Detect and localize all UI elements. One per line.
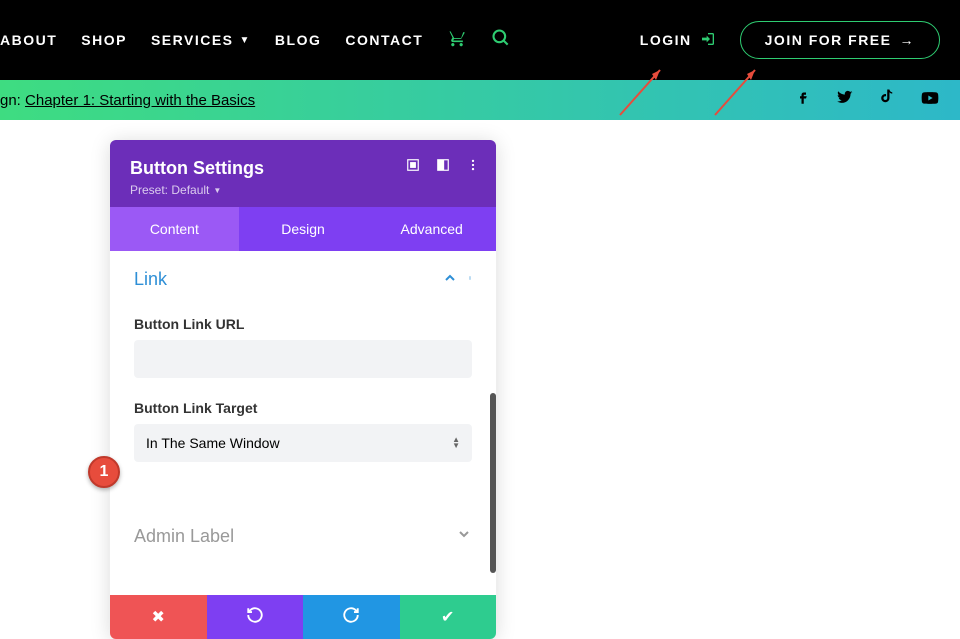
nav-services-label: SERVICES <box>151 32 234 48</box>
tab-design[interactable]: Design <box>239 207 368 251</box>
preset-selector[interactable]: Preset: Default ▼ <box>130 183 476 197</box>
top-navigation: ABOUT SHOP SERVICES ▼ BLOG CONTACT LOGIN… <box>0 0 960 80</box>
login-button[interactable]: LOGIN <box>640 31 716 50</box>
join-for-free-button[interactable]: JOIN FOR FREE → <box>740 21 940 59</box>
chevron-down-icon: ▼ <box>240 35 251 46</box>
modal-footer: ✖ ✔ <box>110 595 496 639</box>
url-field-label: Button Link URL <box>134 316 472 332</box>
cancel-button[interactable]: ✖ <box>110 595 207 639</box>
admin-label-section[interactable]: Admin Label <box>134 502 472 567</box>
more-icon[interactable] <box>466 158 480 177</box>
button-settings-modal: Button Settings Preset: Default ▼ Conten… <box>110 140 496 639</box>
breadcrumb: gn: Chapter 1: Starting with the Basics <box>0 92 255 109</box>
arrow-right-icon: → <box>900 32 916 48</box>
admin-label-title: Admin Label <box>134 526 456 547</box>
tab-advanced[interactable]: Advanced <box>367 207 496 251</box>
target-value: In The Same Window <box>146 435 280 451</box>
button-link-url-input[interactable] <box>134 340 472 378</box>
redo-icon <box>342 606 360 629</box>
annotation-arrow-login <box>615 60 675 125</box>
nav-contact[interactable]: CONTACT <box>345 32 423 48</box>
redo-button[interactable] <box>303 595 400 639</box>
panel-content: Link Button Link URL Button Link Target … <box>110 251 496 567</box>
collapse-icon[interactable] <box>442 270 458 289</box>
search-icon[interactable] <box>491 28 511 53</box>
nav-blog[interactable]: BLOG <box>275 32 321 48</box>
section-more-icon[interactable] <box>468 271 472 288</box>
join-label: JOIN FOR FREE <box>765 32 892 48</box>
caret-down-icon: ▼ <box>213 186 221 195</box>
expand-icon[interactable] <box>406 158 420 177</box>
annotation-arrow-join <box>710 60 770 125</box>
columns-icon[interactable] <box>436 158 450 177</box>
annotation-badge-1: 1 <box>88 456 120 488</box>
undo-icon <box>246 606 264 629</box>
link-section-header[interactable]: Link <box>134 251 472 304</box>
breadcrumb-bar: gn: Chapter 1: Starting with the Basics <box>0 80 960 120</box>
breadcrumb-link[interactable]: Chapter 1: Starting with the Basics <box>25 92 255 109</box>
nav-about[interactable]: ABOUT <box>0 32 57 48</box>
target-field-label: Button Link Target <box>134 400 472 416</box>
tabs: Content Design Advanced <box>110 207 496 251</box>
check-icon: ✔ <box>441 607 454 627</box>
tab-content[interactable]: Content <box>110 207 239 251</box>
select-arrows-icon: ▲▼ <box>452 437 460 449</box>
preset-label: Preset: Default <box>130 183 209 197</box>
nav-services[interactable]: SERVICES ▼ <box>151 32 251 48</box>
facebook-icon[interactable] <box>794 88 812 113</box>
undo-button[interactable] <box>207 595 304 639</box>
link-section-title: Link <box>134 269 442 290</box>
login-arrow-icon <box>700 31 716 50</box>
save-button[interactable]: ✔ <box>400 595 497 639</box>
expand-admin-icon <box>456 526 472 547</box>
nav-shop[interactable]: SHOP <box>81 32 127 48</box>
scrollbar[interactable] <box>490 393 496 573</box>
youtube-icon[interactable] <box>920 88 940 113</box>
button-link-target-select[interactable]: In The Same Window ▲▼ <box>134 424 472 462</box>
modal-header: Button Settings Preset: Default ▼ <box>110 140 496 207</box>
tiktok-icon[interactable] <box>878 88 896 113</box>
login-label: LOGIN <box>640 32 692 48</box>
twitter-icon[interactable] <box>836 88 854 113</box>
close-icon: ✖ <box>152 607 165 627</box>
cart-icon[interactable] <box>447 28 467 53</box>
breadcrumb-prefix: gn: <box>0 92 25 109</box>
